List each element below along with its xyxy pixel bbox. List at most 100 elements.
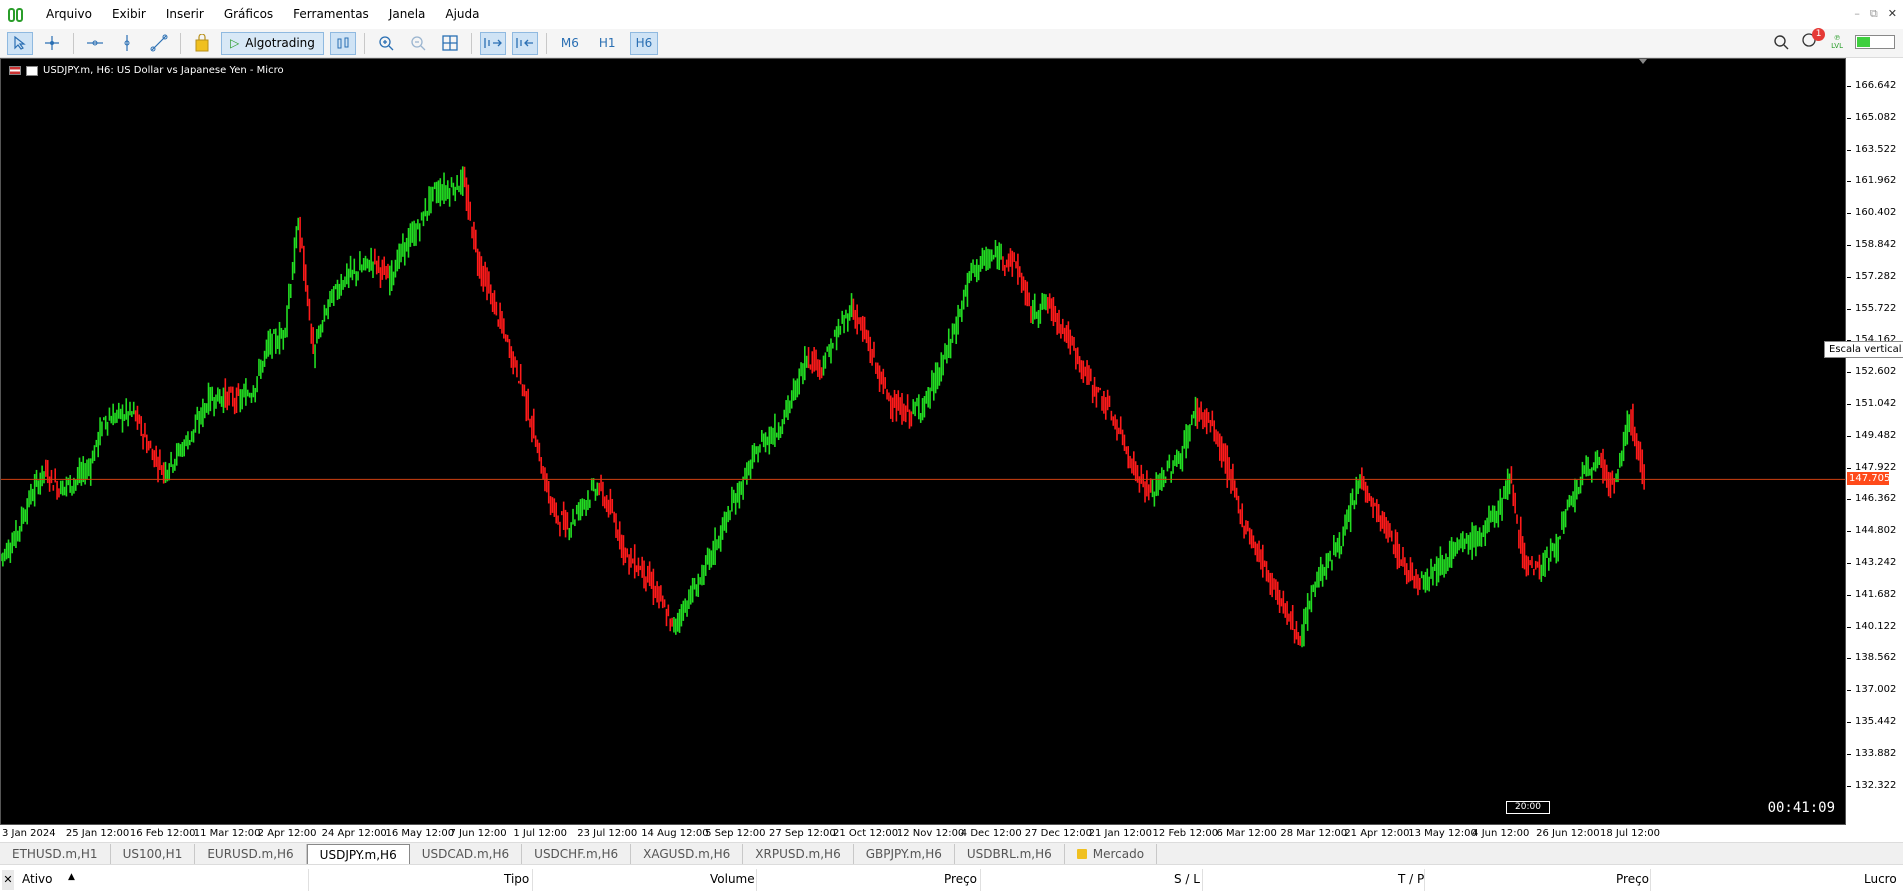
time-axis[interactable]: 3 Jan 2024 25 Jan 12:00 16 Feb 12:00 11 Mar…	[0, 825, 1846, 842]
price-tick-mark	[1847, 594, 1851, 596]
price-tick-mark	[1847, 563, 1851, 564]
price-tick-mark	[1847, 213, 1851, 215]
close-icon[interactable]: ✕	[2, 870, 14, 890]
play-icon: ▷	[230, 36, 240, 50]
minimize-icon[interactable]: –	[1854, 7, 1860, 21]
price-tick-mark	[1847, 658, 1851, 660]
chart-canvas[interactable]: USDJPY.m, H6: US Dollar vs Japanese Yen …	[0, 58, 1846, 825]
price-tick-mark	[1847, 785, 1851, 787]
chart-tab-label: ETHUSD.m,H1	[12, 846, 98, 861]
chart-tab[interactable]: Mercado	[1065, 843, 1158, 864]
price-tick-mark	[1847, 245, 1851, 246]
chart-tab[interactable]: USDBRL.m,H6	[955, 843, 1065, 864]
chart-tab-label: EURUSD.m,H6	[207, 846, 294, 861]
restore-icon[interactable]: ⧉	[1870, 7, 1878, 21]
vertical-line-button[interactable]	[114, 32, 140, 55]
timeframe-h1-button[interactable]: H1	[593, 32, 622, 55]
horizontal-line-icon	[87, 40, 103, 46]
chart-tab[interactable]: USDJPY.m,H6	[306, 843, 410, 864]
col-preco-atual[interactable]: Preço	[1616, 872, 1649, 886]
crosshair-icon	[45, 36, 59, 50]
bar-countdown: 00:41:09	[1767, 800, 1835, 816]
window-controls: – ⧉ ✕	[1854, 7, 1897, 21]
chart-tab-label: XAGUSD.m,H6	[643, 846, 731, 861]
time-tick-label: 21 Apr 12:00	[1344, 828, 1410, 839]
time-tick-label: 13 May 12:00	[1408, 828, 1477, 839]
candlestick-chart-button[interactable]	[329, 31, 356, 55]
cursor-tool-button[interactable]	[7, 31, 33, 55]
col-volume[interactable]: Volume	[710, 872, 755, 886]
zoom-out-button[interactable]	[405, 32, 431, 55]
menu-ferramentas[interactable]: Ferramentas	[283, 0, 379, 29]
column-divider	[308, 869, 309, 891]
lvl-label: LVL	[1831, 42, 1843, 50]
price-tick-label: 166.642	[1855, 80, 1897, 91]
chart-shift-button[interactable]	[511, 31, 538, 55]
price-tick-label: 158.842	[1855, 239, 1897, 250]
toolbar-separator	[363, 32, 365, 54]
time-tick-label: 12 Nov 12:00	[896, 828, 965, 839]
col-take-profit[interactable]: T / P	[1398, 872, 1424, 886]
chart-tab[interactable]: USDCAD.m,H6	[410, 843, 523, 864]
menu-janela[interactable]: Janela	[379, 0, 436, 29]
price-scale[interactable]: 166.642 165.082 163.522 161.962 160.402 158.8…	[1847, 58, 1903, 825]
price-tick-label: 143.242	[1855, 557, 1897, 568]
column-divider	[1424, 869, 1425, 891]
chart-tab-label: USDJPY.m,H6	[319, 847, 397, 862]
menu-graficos[interactable]: Gráficos	[214, 0, 283, 29]
menu-arquivo[interactable]: Arquivo	[36, 0, 102, 29]
timeline-marker[interactable]: 20:00	[1506, 801, 1550, 814]
horizontal-line-button[interactable]	[82, 32, 108, 55]
trendline-button[interactable]	[146, 32, 172, 55]
chart-shift-marker	[1639, 59, 1647, 64]
chart-tab[interactable]: XAGUSD.m,H6	[631, 843, 744, 864]
col-tipo[interactable]: Tipo	[504, 872, 529, 886]
time-tick-label: 14 Aug 12:00	[641, 828, 709, 839]
chart-tab-label: USDBRL.m,H6	[966, 846, 1052, 861]
candlestick-icon	[337, 37, 349, 49]
timeframe-h6-button[interactable]: H6	[629, 31, 659, 55]
price-tick-mark	[1847, 690, 1851, 692]
col-preco-abertura[interactable]: Preço	[944, 872, 977, 886]
time-tick-label: 7 Jun 12:00	[449, 828, 507, 839]
close-icon[interactable]: ✕	[1888, 7, 1897, 21]
toolbar: ▷ Algotrading M6 H1 H6 1 ℗ LVL	[0, 28, 1903, 58]
price-tick-label: 141.682	[1855, 588, 1897, 600]
crosshair-button[interactable]	[39, 32, 65, 55]
timeframe-m6-button[interactable]: M6	[555, 32, 585, 55]
zoom-in-button[interactable]	[373, 32, 399, 55]
chart-tab[interactable]: EURUSD.m,H6	[195, 843, 307, 864]
price-tick-label: 138.562	[1855, 652, 1897, 664]
chart-tab[interactable]: XRPUSD.m,H6	[743, 843, 854, 864]
chart-tab[interactable]: GBPJPY.m,H6	[854, 843, 955, 864]
col-lucro[interactable]: Lucro	[1864, 872, 1897, 886]
market-button[interactable]	[189, 32, 215, 55]
chart-tab-label: US100,H1	[122, 846, 183, 861]
time-tick-label: 1 Jul 12:00	[513, 828, 567, 839]
chart-tab[interactable]: USDCHF.m,H6	[522, 843, 632, 864]
algotrading-button[interactable]: ▷ Algotrading	[221, 31, 324, 55]
chart-tab-label: XRPUSD.m,H6	[755, 846, 841, 861]
price-tick-mark	[1847, 86, 1851, 87]
price-tick-label: 151.042	[1855, 398, 1897, 409]
time-tick-label: 4 Jun 12:00	[1472, 828, 1530, 839]
menu-ajuda[interactable]: Ajuda	[435, 0, 489, 29]
toolbar-right: 1 ℗ LVL	[1773, 28, 1895, 52]
tile-windows-button[interactable]	[437, 32, 463, 55]
vertical-scale-tooltip: Escala vertical	[1824, 341, 1903, 358]
chart-tab[interactable]: ETHUSD.m,H1	[0, 843, 111, 864]
signal-level-indicator[interactable]: ℗ LVL	[1831, 34, 1843, 50]
menu-exibir[interactable]: Exibir	[102, 0, 156, 29]
current-price-label: 147.705	[1847, 472, 1891, 486]
auto-scroll-icon	[484, 38, 502, 48]
price-chart	[1, 59, 1845, 648]
menu-inserir[interactable]: Inserir	[156, 0, 214, 29]
search-icon[interactable]	[1773, 34, 1789, 50]
notifications-button[interactable]: 1	[1801, 28, 1826, 52]
auto-scroll-button[interactable]	[479, 31, 506, 55]
chart-tab[interactable]: US100,H1	[111, 843, 196, 864]
col-ativo[interactable]: Ativo	[22, 872, 52, 886]
price-tick-label: 146.362	[1855, 493, 1897, 505]
col-stop-loss[interactable]: S / L	[1174, 872, 1200, 886]
chart-title-text: USDJPY.m, H6: US Dollar vs Japanese Yen …	[43, 65, 284, 76]
